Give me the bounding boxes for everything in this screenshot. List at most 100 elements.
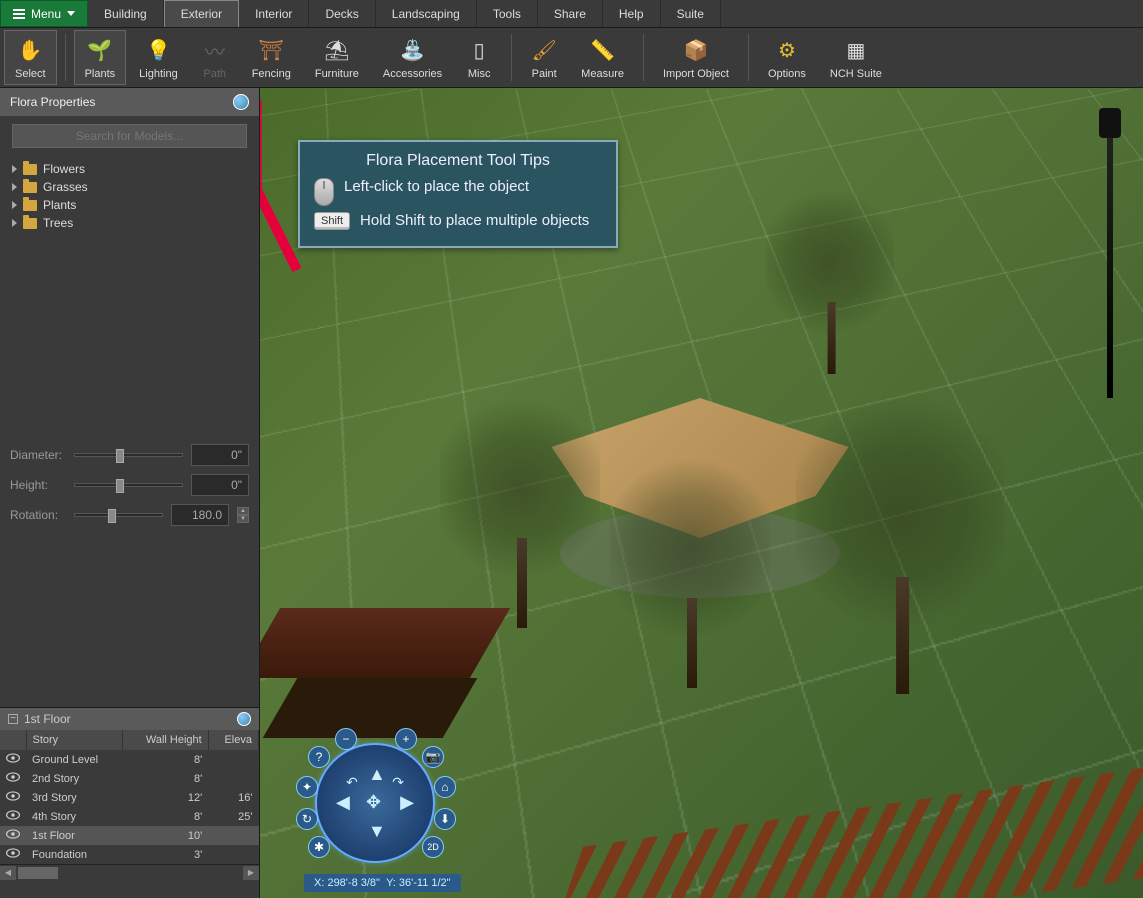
- col-wall[interactable]: Wall Height: [123, 730, 208, 750]
- rotation-value[interactable]: 180.0: [171, 504, 229, 526]
- tool-accessories[interactable]: ⛲ Accessories: [372, 30, 453, 85]
- nav-down-button[interactable]: ⬇: [434, 808, 456, 830]
- camera-button[interactable]: 📷: [422, 746, 444, 768]
- toolbar: ✋ Select 🌱 Plants 💡 Lighting 〰 Path ⛩ Fe…: [0, 28, 1143, 88]
- hamburger-icon: [13, 9, 25, 19]
- umbrella-icon: ⛱: [324, 36, 349, 66]
- tab-exterior[interactable]: Exterior: [164, 0, 239, 27]
- tool-options[interactable]: ⚙ Options: [757, 30, 817, 85]
- diameter-value[interactable]: 0": [191, 444, 249, 466]
- sidebar: Flora Properties Flowers Grasses Plants …: [0, 88, 260, 898]
- tool-import-object[interactable]: 📦 Import Object: [652, 30, 740, 85]
- table-row[interactable]: Ground Level8': [0, 750, 259, 769]
- zoom-out-button[interactable]: −: [335, 728, 357, 750]
- rotation-slider[interactable]: [74, 513, 163, 517]
- scene-tree: [796, 382, 1004, 694]
- tab-help[interactable]: Help: [603, 0, 661, 27]
- tab-interior[interactable]: Interior: [239, 0, 309, 27]
- floor-panel: − 1st Floor Story Wall Height Eleva Grou…: [0, 707, 259, 898]
- tool-furniture[interactable]: ⛱ Furniture: [304, 30, 370, 85]
- suite-icon: ▦: [846, 36, 865, 66]
- tab-share[interactable]: Share: [538, 0, 603, 27]
- tool-misc[interactable]: ▯ Misc: [455, 30, 503, 85]
- tab-suite[interactable]: Suite: [661, 0, 721, 27]
- nav-target-button[interactable]: ✦: [296, 776, 318, 798]
- tool-path[interactable]: 〰 Path: [191, 30, 239, 85]
- fence-icon: ⛩: [259, 36, 284, 66]
- arrow-right-icon[interactable]: ▶: [400, 792, 414, 813]
- arrow-up-icon[interactable]: ▲: [368, 764, 386, 785]
- scene-tree: [610, 448, 770, 688]
- col-elev[interactable]: Eleva: [208, 730, 258, 750]
- pan-icon[interactable]: ✥: [366, 792, 381, 813]
- folder-icon: [23, 182, 37, 193]
- nav-orbit-button[interactable]: ↻: [296, 808, 318, 830]
- tooltip-line2: Hold Shift to place multiple objects: [360, 212, 589, 229]
- tool-nch-suite[interactable]: ▦ NCH Suite: [819, 30, 893, 85]
- table-row[interactable]: 3rd Story12'16': [0, 788, 259, 807]
- table-row[interactable]: 4th Story8'25': [0, 807, 259, 826]
- tool-lighting[interactable]: 💡 Lighting: [128, 30, 189, 85]
- caret-down-icon: [67, 11, 75, 16]
- scroll-right-icon[interactable]: ▶: [243, 866, 259, 880]
- tool-plants[interactable]: 🌱 Plants: [74, 30, 127, 85]
- rotation-stepper[interactable]: ▲▼: [237, 507, 249, 523]
- menu-button[interactable]: Menu: [0, 0, 88, 27]
- nav-arrows: ▲ ▼ ◀ ▶ ✥ ↶ ↷: [342, 770, 408, 836]
- tab-building[interactable]: Building: [88, 0, 164, 27]
- nav-controller: − + ? 📷 ✦ ⌂ ↻ ⬇ ✱ 2D ▲ ▼ ◀ ▶ ✥ ↶ ↷: [300, 728, 450, 878]
- flora-panel-header: Flora Properties: [0, 88, 259, 116]
- help-button[interactable]: ?: [308, 746, 330, 768]
- tree-item-flowers[interactable]: Flowers: [8, 160, 251, 178]
- tooltip-line1: Left-click to place the object: [344, 178, 529, 195]
- arrow-down-icon[interactable]: ▼: [368, 821, 386, 842]
- tab-decks[interactable]: Decks: [309, 0, 375, 27]
- tool-fencing[interactable]: ⛩ Fencing: [241, 30, 302, 85]
- diameter-slider[interactable]: [74, 453, 183, 457]
- viewport-3d[interactable]: Flora Placement Tool Tips Left-click to …: [260, 88, 1143, 898]
- table-row[interactable]: 2nd Story8': [0, 769, 259, 788]
- tree-item-grasses[interactable]: Grasses: [8, 178, 251, 196]
- height-label: Height:: [10, 478, 66, 492]
- height-slider[interactable]: [74, 483, 183, 487]
- rotate-right-icon[interactable]: ↷: [392, 774, 404, 791]
- tree-item-trees[interactable]: Trees: [8, 214, 251, 232]
- table-row[interactable]: Foundation3': [0, 845, 259, 864]
- mouse-icon: [314, 178, 334, 206]
- scene-lamp: [1095, 108, 1125, 398]
- nav-home-button[interactable]: ⌂: [434, 776, 456, 798]
- globe-icon[interactable]: [237, 712, 251, 726]
- floor-panel-header[interactable]: − 1st Floor: [0, 708, 259, 730]
- tool-paint[interactable]: 🖌 Paint: [520, 30, 568, 85]
- rotate-left-icon[interactable]: ↶: [346, 774, 358, 791]
- scroll-left-icon[interactable]: ◀: [0, 866, 16, 880]
- nav-settings-button[interactable]: ✱: [308, 836, 330, 858]
- fountain-icon: ⛲: [400, 36, 425, 66]
- collapse-icon[interactable]: −: [8, 714, 18, 724]
- table-row[interactable]: 1st Floor10': [0, 826, 259, 845]
- tab-landscaping[interactable]: Landscaping: [376, 0, 477, 27]
- path-icon: 〰: [205, 36, 225, 66]
- chevron-right-icon: [12, 165, 17, 173]
- search-input[interactable]: [12, 124, 247, 148]
- horizontal-scrollbar[interactable]: ◀ ▶: [0, 864, 259, 880]
- tooltip-title: Flora Placement Tool Tips: [314, 152, 602, 170]
- bulb-icon: 💡: [146, 36, 171, 66]
- tool-measure[interactable]: 📏 Measure: [570, 30, 635, 85]
- scene-shed: [260, 608, 490, 738]
- view-2d-button[interactable]: 2D: [422, 836, 444, 858]
- arrow-left-icon[interactable]: ◀: [336, 792, 350, 813]
- tab-tools[interactable]: Tools: [477, 0, 538, 27]
- scene-tree: [440, 388, 600, 628]
- height-value[interactable]: 0": [191, 474, 249, 496]
- chevron-right-icon: [12, 183, 17, 191]
- tool-select[interactable]: ✋ Select: [4, 30, 57, 85]
- folder-icon: [23, 164, 37, 175]
- scroll-thumb[interactable]: [18, 867, 58, 879]
- col-story[interactable]: Story: [26, 730, 123, 750]
- tree-item-plants[interactable]: Plants: [8, 196, 251, 214]
- model-tree: Flowers Grasses Plants Trees: [0, 156, 259, 236]
- globe-icon[interactable]: [233, 94, 249, 110]
- folder-icon: [23, 218, 37, 229]
- zoom-in-button[interactable]: +: [395, 728, 417, 750]
